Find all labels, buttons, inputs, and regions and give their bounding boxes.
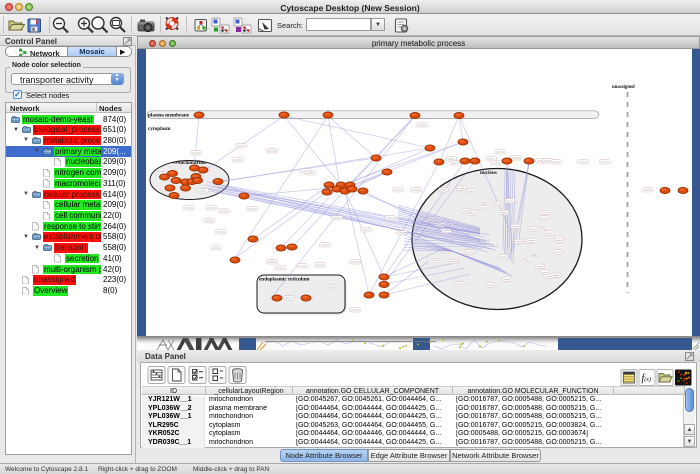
svg-text:unassigned: unassigned	[612, 85, 635, 90]
svg-text:plasma membrane: plasma membrane	[148, 112, 190, 118]
svg-text:nucleus: nucleus	[480, 170, 497, 176]
svg-text:cytoplasm: cytoplasm	[148, 126, 171, 132]
